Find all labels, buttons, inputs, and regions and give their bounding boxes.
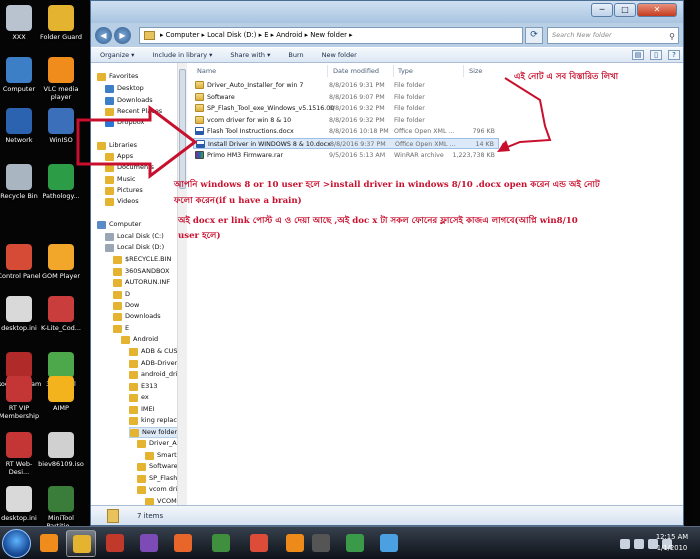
origin-icon bbox=[286, 534, 304, 552]
taskbar-idm[interactable] bbox=[206, 530, 236, 557]
annotation-note-main: আপনি windows 8 or 10 user হলে >install d… bbox=[174, 180, 600, 206]
recorder-icon bbox=[106, 534, 124, 552]
pointer-line bbox=[497, 77, 552, 152]
chrome-icon bbox=[250, 534, 268, 552]
taskbar-chrome[interactable] bbox=[244, 530, 274, 557]
pointer-arrowhead bbox=[497, 140, 510, 152]
clock-time: 12:15 AM bbox=[655, 533, 689, 541]
bluestacks-icon bbox=[380, 534, 398, 552]
taskbar-firefox[interactable] bbox=[168, 530, 198, 557]
big-arrow-outline bbox=[76, 104, 198, 180]
explorer-icon bbox=[73, 535, 91, 553]
taskbar-dvd[interactable] bbox=[306, 530, 336, 557]
start-button[interactable] bbox=[2, 529, 31, 558]
taskbar-bluestacks[interactable] bbox=[374, 530, 404, 557]
annotation-note-sub: অই docx er link পোস্ট এ ও দেয়া আছে ,অই … bbox=[178, 216, 578, 241]
taskbar-explorer[interactable] bbox=[66, 530, 96, 557]
firefox-icon bbox=[174, 534, 192, 552]
taskbar-media-player[interactable] bbox=[34, 530, 64, 557]
dvd-icon bbox=[312, 534, 330, 552]
visual-studio-icon bbox=[140, 534, 158, 552]
taskbar-visual-studio[interactable] bbox=[134, 530, 164, 557]
idm-icon bbox=[212, 534, 230, 552]
annotation-note-top: এই নোট এ সব বিস্তারিত লিখা bbox=[514, 72, 619, 82]
media-player-icon bbox=[40, 534, 58, 552]
network-icon[interactable] bbox=[634, 538, 644, 549]
tray-arrow-icon[interactable] bbox=[620, 538, 630, 549]
game-icon bbox=[346, 534, 364, 552]
taskbar-game[interactable] bbox=[340, 530, 370, 557]
taskbar: 12:15 AM 1/1/2010 bbox=[0, 526, 700, 559]
taskbar-recorder[interactable] bbox=[100, 530, 130, 557]
clock[interactable]: 12:15 AM 1/1/2010 bbox=[646, 532, 698, 554]
clock-date: 1/1/2010 bbox=[656, 544, 688, 552]
